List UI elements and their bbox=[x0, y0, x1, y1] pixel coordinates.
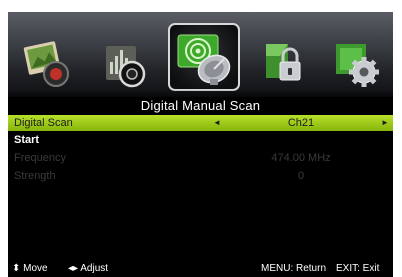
picture-icon[interactable] bbox=[18, 36, 76, 90]
left-arrow-icon[interactable]: ◄ bbox=[213, 115, 221, 131]
frequency-value: 474.00 MHz bbox=[271, 152, 331, 164]
channel-value: Ch21 bbox=[287, 117, 315, 129]
menu-icon-bar bbox=[8, 12, 393, 97]
start-label: Start bbox=[14, 134, 40, 146]
lock-icon[interactable] bbox=[252, 36, 310, 90]
adjust-hint: ◂▸ Adjust bbox=[68, 263, 109, 274]
tv-osd-screen: Digital Manual Scan Digital Scan ◄ Ch21 … bbox=[8, 12, 393, 277]
frequency-row: Frequency 474.00 MHz bbox=[8, 150, 393, 166]
page-title: Digital Manual Scan bbox=[140, 98, 261, 113]
channel-icon[interactable] bbox=[168, 23, 240, 91]
digital-scan-row[interactable]: Digital Scan ◄ Ch21 ► bbox=[8, 115, 393, 131]
strength-label: Strength bbox=[14, 170, 56, 182]
setup-icon[interactable] bbox=[326, 36, 384, 90]
strength-value: 0 bbox=[297, 170, 305, 182]
strength-row: Strength 0 bbox=[8, 168, 393, 184]
exit-hint: EXIT: Exit bbox=[336, 263, 380, 274]
menu-return-hint: MENU: Return bbox=[261, 263, 327, 274]
right-arrow-icon[interactable]: ► bbox=[381, 115, 389, 131]
move-hint: ⬍ Move bbox=[12, 263, 48, 274]
digital-scan-label: Digital Scan bbox=[14, 117, 73, 129]
footer-hints: ⬍ Move ◂▸ Adjust MENU: Return EXIT: Exit bbox=[8, 261, 393, 277]
sound-icon[interactable] bbox=[94, 36, 152, 90]
start-row[interactable]: Start bbox=[8, 132, 393, 148]
frequency-label: Frequency bbox=[14, 152, 66, 164]
